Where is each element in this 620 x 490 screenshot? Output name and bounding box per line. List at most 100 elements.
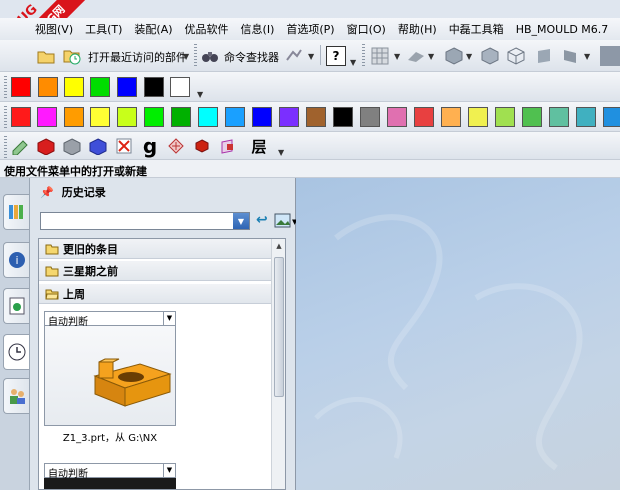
shading-icon[interactable]: [406, 46, 426, 66]
toolbar-grip[interactable]: [194, 44, 197, 66]
graphics-window[interactable]: [296, 178, 620, 490]
toolbar-grip[interactable]: [4, 136, 7, 158]
color-swatch[interactable]: [522, 107, 542, 127]
history-card[interactable]: 自动判断 ▼: [44, 463, 176, 489]
color-swatch[interactable]: [225, 107, 245, 127]
color-swatch[interactable]: [171, 107, 191, 127]
color-swatch[interactable]: [11, 107, 31, 127]
help-dropdown-icon[interactable]: ▼: [350, 58, 356, 67]
history-filter-combo[interactable]: ▼: [40, 212, 250, 230]
menu-info[interactable]: 信息(I): [241, 21, 275, 37]
shading-dropdown-icon[interactable]: ▼: [428, 52, 434, 61]
history-group-older[interactable]: 更旧的条目: [39, 239, 271, 259]
menu-zhonglei-toolbox[interactable]: 中磊工具箱: [449, 21, 504, 37]
back-arrow-icon[interactable]: ↩: [256, 212, 272, 230]
menu-youpin[interactable]: 优品软件: [185, 21, 229, 37]
snap-dropdown-icon[interactable]: ▼: [308, 52, 314, 61]
color-swatch[interactable]: [252, 107, 272, 127]
color-swatch-orange[interactable]: [38, 77, 58, 97]
menu-view[interactable]: 视图(V): [35, 21, 73, 37]
history-scrollbar[interactable]: ▲: [271, 239, 285, 489]
color-swatch[interactable]: [117, 107, 137, 127]
toolbar-grip[interactable]: [4, 76, 7, 98]
toolbar-grip[interactable]: [4, 106, 7, 128]
command-finder-button[interactable]: 命令查找器: [224, 49, 279, 65]
wireframe-cube-icon[interactable]: [506, 46, 526, 66]
color-swatch[interactable]: [306, 107, 326, 127]
roles-icon[interactable]: [3, 378, 29, 414]
color-swatch-black[interactable]: [144, 77, 164, 97]
open-folder-icon[interactable]: [36, 46, 56, 66]
color-swatch[interactable]: [360, 107, 380, 127]
color-swatch[interactable]: [495, 107, 515, 127]
menu-window[interactable]: 窗口(O): [347, 21, 386, 37]
gray-block-icon[interactable]: [62, 136, 82, 156]
edit-object-icon[interactable]: [10, 136, 30, 156]
display-mode-select[interactable]: 自动判断 ▼: [44, 311, 176, 328]
part-thumbnail[interactable]: [44, 326, 176, 426]
color-swatch-yellow[interactable]: [64, 77, 84, 97]
open-recent-dropdown-icon[interactable]: ▼: [183, 52, 189, 61]
assembly-navigator-icon[interactable]: [3, 194, 29, 230]
open-recent-icon[interactable]: [62, 46, 82, 66]
open-recent-button[interactable]: 打开最近访问的部件: [88, 49, 187, 65]
blue-block-icon[interactable]: [88, 136, 108, 156]
face-dropdown-icon[interactable]: ▼: [584, 52, 590, 61]
color-swatch-green[interactable]: [90, 77, 110, 97]
pattern-icon[interactable]: [166, 136, 186, 156]
menu-help[interactable]: 帮助(H): [398, 21, 437, 37]
color-swatch-blue[interactable]: [117, 77, 137, 97]
color-swatch[interactable]: [333, 107, 353, 127]
solid-cube-icon[interactable]: [480, 46, 500, 66]
chevron-down-icon[interactable]: ▼: [163, 312, 175, 325]
display-mode-select[interactable]: 自动判断 ▼: [44, 463, 176, 480]
color-swatch[interactable]: [64, 107, 84, 127]
web-browser-icon[interactable]: [3, 288, 29, 324]
part-navigator-icon[interactable]: i: [3, 242, 29, 278]
history-group-last-week[interactable]: 上周: [39, 284, 271, 304]
scrollbar-thumb[interactable]: [274, 257, 284, 397]
scroll-up-icon[interactable]: ▲: [274, 242, 284, 250]
color-swatch[interactable]: [576, 107, 596, 127]
color-swatch[interactable]: [441, 107, 461, 127]
color-swatch-white[interactable]: [170, 77, 190, 97]
color-swatch[interactable]: [414, 107, 434, 127]
red-block-icon[interactable]: [36, 136, 56, 156]
color-swatch[interactable]: [387, 107, 407, 127]
toolbar-grip[interactable]: [362, 44, 365, 66]
history-card[interactable]: 自动判断 ▼ Z1_3.prt，从 G:\NX: [44, 311, 176, 444]
image-view-icon[interactable]: ▼: [274, 212, 298, 230]
color-swatch-red[interactable]: [11, 77, 31, 97]
pin-icon[interactable]: 📌: [40, 186, 54, 199]
color-swatch[interactable]: [279, 107, 299, 127]
menu-preferences[interactable]: 首选项(P): [286, 21, 334, 37]
color-swatch[interactable]: [90, 107, 110, 127]
snap-icon[interactable]: [284, 46, 304, 66]
history-group-three-weeks[interactable]: 三星期之前: [39, 261, 271, 281]
more-icon[interactable]: [600, 46, 620, 66]
grid-icon[interactable]: [370, 46, 390, 66]
face-icon[interactable]: [560, 46, 580, 66]
layer-icon[interactable]: 层: [244, 136, 274, 156]
binoculars-icon[interactable]: [200, 46, 220, 66]
menu-assembly[interactable]: 装配(A): [134, 21, 172, 37]
chevron-down-icon[interactable]: ▼: [233, 213, 249, 229]
color-swatch[interactable]: [37, 107, 57, 127]
cube-icon[interactable]: [444, 46, 464, 66]
chevron-down-icon[interactable]: ▼: [163, 464, 175, 477]
object-toolbar-dropdown-icon[interactable]: ▼: [278, 148, 284, 157]
basic-colors-dropdown-icon[interactable]: ▼: [197, 90, 203, 99]
part-thumbnail[interactable]: [44, 478, 176, 489]
color-swatch[interactable]: [468, 107, 488, 127]
color-swatch[interactable]: [198, 107, 218, 127]
remove-parameters-icon[interactable]: [114, 136, 134, 156]
history-icon[interactable]: [3, 334, 29, 370]
color-swatch[interactable]: [549, 107, 569, 127]
menu-tools[interactable]: 工具(T): [85, 21, 122, 37]
color-swatch[interactable]: [144, 107, 164, 127]
box-frame-icon[interactable]: [218, 136, 238, 156]
menu-hb-mould[interactable]: HB_MOULD M6.7: [516, 23, 609, 36]
g-icon[interactable]: g: [140, 134, 160, 158]
cube-dropdown-icon[interactable]: ▼: [466, 52, 472, 61]
red-cube-icon[interactable]: [192, 136, 212, 156]
